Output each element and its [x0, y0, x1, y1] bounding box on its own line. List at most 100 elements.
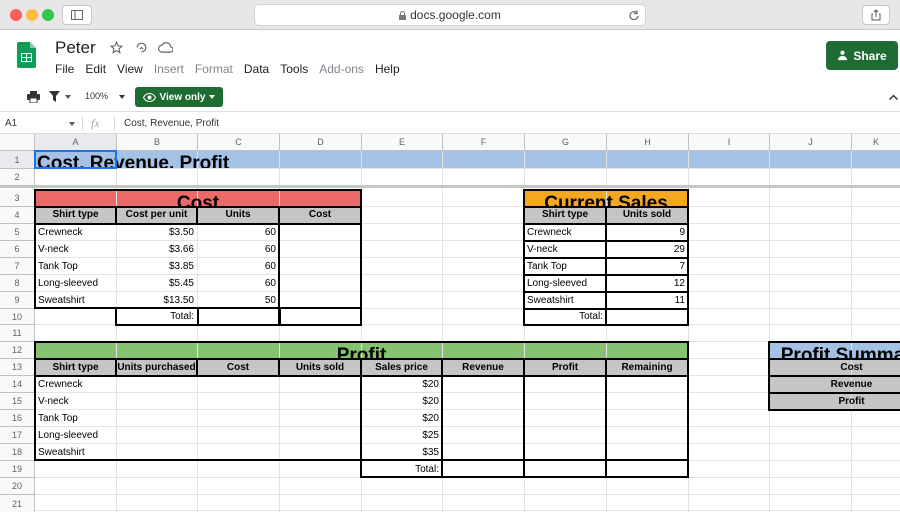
reload-icon[interactable]	[629, 10, 639, 20]
border-line	[523, 291, 689, 293]
row-header[interactable]: 19	[0, 461, 35, 478]
chevron-down-icon	[209, 95, 216, 99]
url-text: docs.google.com	[410, 8, 501, 22]
sheets-logo-icon[interactable]	[17, 42, 36, 68]
row-header[interactable]: 13	[0, 359, 35, 376]
row-header[interactable]: 17	[0, 427, 35, 444]
column-header[interactable]: H	[607, 134, 689, 151]
select-all-corner[interactable]	[0, 134, 35, 151]
row-header[interactable]: 11	[0, 325, 35, 342]
frozen-row-divider[interactable]	[0, 185, 900, 188]
border-line	[523, 308, 689, 310]
summary-row-label[interactable]: Cost	[770, 359, 900, 376]
browser-toolbar: docs.google.com	[0, 0, 900, 30]
column-header[interactable]: D	[280, 134, 362, 151]
row-header[interactable]: 12	[0, 342, 35, 359]
spreadsheet-grid: A B C D E F G H I J K 1 2 3 4 5 6 7 8 9 …	[0, 134, 900, 512]
row-header[interactable]: 2	[0, 169, 35, 186]
border-line	[278, 206, 280, 309]
border-line	[196, 358, 198, 376]
border-line	[196, 206, 198, 224]
cloud-saved-icon[interactable]	[158, 41, 173, 54]
border-line	[768, 358, 900, 360]
filter-chevron-down-icon[interactable]	[65, 95, 71, 99]
share-label: Share	[853, 48, 887, 63]
formula-input[interactable]: Cost, Revenue, Profit	[124, 118, 219, 129]
print-icon[interactable]	[27, 91, 40, 103]
star-icon[interactable]	[110, 41, 123, 54]
row-header[interactable]: 10	[0, 309, 35, 325]
row-header[interactable]: 6	[0, 241, 35, 258]
sidebar-icon	[71, 10, 83, 20]
maximize-window-icon[interactable]	[42, 9, 54, 21]
zoom-chevron-down-icon[interactable]	[119, 95, 125, 99]
row-header[interactable]: 20	[0, 478, 35, 495]
row-header[interactable]: 21	[0, 495, 35, 512]
name-box[interactable]: A1	[5, 118, 17, 129]
border-line	[34, 223, 362, 225]
name-box-chevron-down-icon[interactable]	[69, 122, 75, 126]
column-header[interactable]: A	[35, 134, 117, 151]
collapse-toolbar-icon[interactable]	[889, 94, 898, 100]
row-header[interactable]: 14	[0, 376, 35, 393]
menu-help[interactable]: Help	[375, 62, 400, 76]
row-header[interactable]: 5	[0, 224, 35, 241]
zoom-select[interactable]: 100%	[85, 91, 108, 101]
menu-file[interactable]: File	[55, 62, 74, 76]
filter-icon[interactable]	[49, 91, 60, 102]
border-line	[768, 392, 900, 394]
summary-title-cell[interactable]: Profit Summary	[770, 342, 900, 359]
lock-icon	[399, 10, 407, 20]
row-header[interactable]: 3	[0, 189, 35, 207]
column-header[interactable]: B	[117, 134, 198, 151]
row-header[interactable]: 18	[0, 444, 35, 461]
menu-view[interactable]: View	[117, 62, 143, 76]
move-to-folder-icon[interactable]	[135, 41, 148, 54]
column-header[interactable]: J	[770, 134, 852, 151]
cost-total-border	[197, 307, 281, 326]
minimize-window-icon[interactable]	[26, 9, 38, 21]
summary-row-label[interactable]: Profit	[770, 393, 900, 410]
close-window-icon[interactable]	[10, 9, 22, 21]
share-icon	[871, 9, 881, 21]
gridline	[0, 510, 900, 511]
formula-bar: A1 fx Cost, Revenue, Profit	[0, 113, 900, 134]
menu-insert[interactable]: Insert	[154, 62, 184, 76]
row-header[interactable]: 16	[0, 410, 35, 427]
row-header[interactable]: 8	[0, 275, 35, 292]
menu-add-ons[interactable]: Add-ons	[319, 62, 364, 76]
cost-total-border	[115, 307, 199, 326]
share-button[interactable]: Share	[826, 41, 898, 70]
column-header[interactable]: C	[198, 134, 280, 151]
toolbar: 100% View only	[0, 82, 900, 112]
row-header[interactable]: 9	[0, 292, 35, 309]
menu-bar: File Edit View Insert Format Data Tools …	[55, 62, 400, 76]
share-sheet-button[interactable]	[862, 5, 890, 25]
cost-total-border	[278, 307, 362, 326]
docs-header: Peter File Edit View Insert Format Data …	[0, 30, 900, 82]
view-only-button[interactable]: View only	[135, 87, 223, 107]
menu-tools[interactable]: Tools	[280, 62, 308, 76]
border-line	[115, 206, 117, 224]
address-bar[interactable]: docs.google.com	[254, 4, 646, 26]
column-header[interactable]: I	[689, 134, 770, 151]
gridline	[851, 134, 852, 512]
summary-row-label[interactable]: Revenue	[770, 376, 900, 393]
column-header[interactable]: K	[852, 134, 900, 151]
row-header[interactable]: 15	[0, 393, 35, 410]
menu-data[interactable]: Data	[244, 62, 269, 76]
menu-edit[interactable]: Edit	[85, 62, 106, 76]
menu-format[interactable]: Format	[195, 62, 233, 76]
gridline	[0, 494, 900, 495]
sidebar-toggle-button[interactable]	[62, 5, 92, 25]
row-header[interactable]: 7	[0, 258, 35, 275]
column-header[interactable]: E	[362, 134, 443, 151]
column-header[interactable]: F	[443, 134, 525, 151]
formula-divider	[82, 116, 83, 131]
row-header[interactable]: 4	[0, 207, 35, 224]
border-line	[768, 409, 900, 411]
row-header[interactable]: 1	[0, 151, 35, 169]
border-line	[523, 240, 689, 242]
column-header[interactable]: G	[525, 134, 607, 151]
document-title[interactable]: Peter	[55, 38, 96, 58]
